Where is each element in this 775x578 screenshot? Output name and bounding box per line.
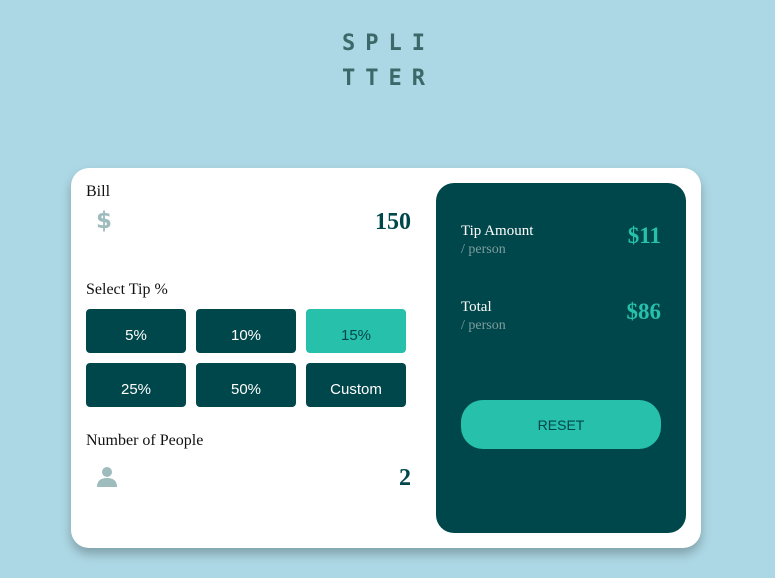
result-panel: Tip Amount / person $11 Total / person $… — [436, 183, 686, 533]
tip-label: Select Tip % — [86, 281, 168, 298]
people-label: Number of People — [86, 432, 204, 449]
tip-amount-value: $11 — [627, 223, 661, 248]
tip-15-button[interactable]: 15% — [306, 309, 406, 353]
total-value: $86 — [626, 299, 662, 324]
dollar-icon: $ — [96, 208, 113, 234]
total-sub: / person — [461, 318, 506, 333]
bill-input[interactable]: 150 — [375, 209, 411, 236]
logo-line-2: TTER — [342, 66, 435, 91]
person-icon — [97, 467, 117, 487]
total-label: Total — [461, 299, 492, 315]
tip-amount-label: Tip Amount — [461, 223, 534, 239]
people-input[interactable]: 2 — [399, 465, 411, 492]
bill-label: Bill — [86, 183, 111, 200]
app-logo: SPLI TTER — [342, 26, 442, 96]
tip-50-button[interactable]: 50% — [196, 363, 296, 407]
logo-line-1: SPLI — [342, 31, 435, 56]
tip-custom-button[interactable]: Custom — [306, 363, 406, 407]
reset-button[interactable]: RESET — [461, 400, 661, 449]
calculator-card: Bill $ 150 Select Tip % 5% 10% 15% 25% 5… — [71, 168, 701, 548]
tip-amount-sub: / person — [461, 242, 506, 257]
tip-25-button[interactable]: 25% — [86, 363, 186, 407]
tip-10-button[interactable]: 10% — [196, 309, 296, 353]
tip-5-button[interactable]: 5% — [86, 309, 186, 353]
